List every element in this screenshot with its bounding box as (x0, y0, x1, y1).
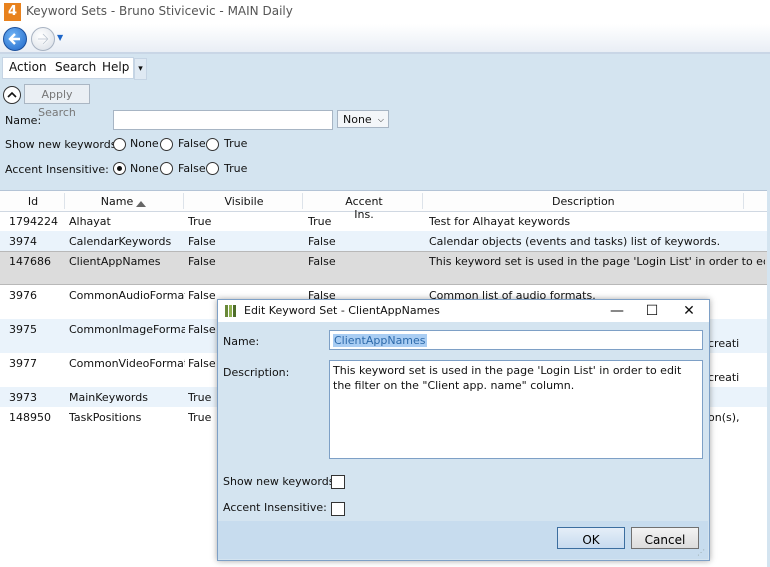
dialog-title: Edit Keyword Set - ClientAppNames (244, 304, 440, 317)
menu-help[interactable]: Help (102, 60, 129, 74)
column-separator (64, 193, 65, 209)
cell-id: 147686 (9, 255, 51, 268)
window-title: Keyword Sets - Bruno Stivicevic - MAIN D… (26, 4, 293, 18)
cell-id: 148950 (9, 411, 51, 424)
show-new-keywords-checkbox[interactable] (331, 475, 345, 489)
arrow-left-icon (8, 33, 20, 45)
back-button[interactable] (3, 27, 27, 51)
close-button[interactable]: ✕ (672, 300, 706, 322)
name-search-input[interactable] (113, 110, 333, 130)
show-new-true-label: True (224, 137, 248, 150)
menu-overflow-icon[interactable]: ▾ (134, 58, 147, 80)
accent-false-radio[interactable] (160, 162, 173, 175)
cell-name: CommonImageFormat (69, 323, 185, 336)
dialog-show-new-label: Show new keywords: (223, 475, 339, 488)
sort-ascending-icon (136, 197, 146, 210)
column-header-visible[interactable]: Visibile (222, 195, 266, 208)
show-new-none-radio[interactable] (113, 138, 126, 151)
chevron-down-icon: ⌵ (377, 115, 384, 124)
name-label: Name: (5, 114, 42, 127)
show-new-false-label: False (178, 137, 206, 150)
cell-visible: True (188, 215, 212, 228)
keyword-set-icon (224, 304, 238, 318)
ok-button[interactable]: OK (557, 527, 625, 549)
cell-accent: False (308, 255, 336, 268)
accent-insensitive-label: Accent Insensitive: (5, 163, 109, 176)
dialog-name-input[interactable]: ClientAppNames (329, 330, 703, 350)
menu-action[interactable]: Action (9, 60, 47, 74)
cell-description: Test for Alhayat keywords (429, 215, 571, 228)
forward-button[interactable] (31, 27, 55, 51)
menu-search[interactable]: Search (55, 60, 96, 74)
cell-name: ClientAppNames (69, 255, 161, 268)
show-new-keywords-label: Show new keywords: (5, 138, 121, 151)
dialog-name-label: Name: (223, 335, 260, 348)
cell-visible: False (188, 235, 216, 248)
cell-name: Alhayat (69, 215, 111, 228)
history-dropdown-icon[interactable]: ▼ (57, 33, 63, 42)
navigation-bar (0, 24, 770, 52)
cell-name: CommonVideoFormat (69, 357, 185, 370)
dialog-name-value: ClientAppNames (333, 334, 427, 347)
cell-accent: False (308, 235, 336, 248)
cell-id: 3976 (9, 289, 37, 302)
column-header-name[interactable]: Name (100, 195, 134, 208)
column-separator (183, 193, 184, 209)
cell-name: CommonAudioFormat (69, 289, 185, 302)
accent-none-label: None (130, 162, 159, 175)
navigation-divider (0, 52, 770, 54)
cell-description: This keyword set is used in the page 'Lo… (429, 255, 765, 268)
minimize-button[interactable]: — (600, 300, 634, 322)
column-header-id[interactable]: Id (20, 195, 46, 208)
name-filter-value: None (343, 113, 372, 126)
accent-insensitive-checkbox[interactable] (331, 502, 345, 516)
column-header-description[interactable]: Description (552, 195, 615, 208)
accent-true-label: True (224, 162, 248, 175)
show-new-false-radio[interactable] (160, 138, 173, 151)
accent-true-radio[interactable] (206, 162, 219, 175)
dialog-accent-label: Accent Insensitive: (223, 501, 327, 514)
dialog-description-textarea[interactable]: This keyword set is used in the page 'Lo… (329, 360, 703, 459)
chevron-up-icon (7, 91, 17, 98)
apply-search-button[interactable]: Apply Search (24, 84, 90, 119)
cell-description: creati (708, 337, 740, 350)
cell-name: TaskPositions (69, 411, 142, 424)
cell-name: MainKeywords (69, 391, 148, 404)
show-new-none-label: None (130, 137, 159, 150)
column-separator (422, 193, 423, 209)
cell-name: CalendarKeywords (69, 235, 172, 248)
cell-accent: True (308, 215, 332, 228)
app-logo-icon: 4 (4, 3, 21, 21)
show-new-true-radio[interactable] (206, 138, 219, 151)
dialog-description-label: Description: (223, 366, 290, 379)
column-separator (743, 193, 744, 209)
cell-id: 3974 (9, 235, 37, 248)
accent-none-radio[interactable] (113, 162, 126, 175)
collapse-search-button[interactable] (3, 86, 21, 104)
cell-description: creati (708, 371, 740, 384)
cell-description: on(s), (708, 411, 740, 424)
cell-id: 3975 (9, 323, 37, 336)
cell-id: 1794224 (9, 215, 58, 228)
accent-false-label: False (178, 162, 206, 175)
arrow-right-icon (38, 33, 50, 45)
name-filter-select[interactable]: None ⌵ (337, 110, 389, 128)
column-separator (302, 193, 303, 209)
resize-grip-icon[interactable]: ⋰ (697, 548, 705, 557)
cell-id: 3973 (9, 391, 37, 404)
cell-description: Calendar objects (events and tasks) list… (429, 235, 721, 248)
cancel-button[interactable]: Cancel (631, 527, 699, 549)
cell-visible: False (188, 255, 216, 268)
cell-id: 3977 (9, 357, 37, 370)
maximize-button[interactable]: ☐ (635, 300, 669, 322)
